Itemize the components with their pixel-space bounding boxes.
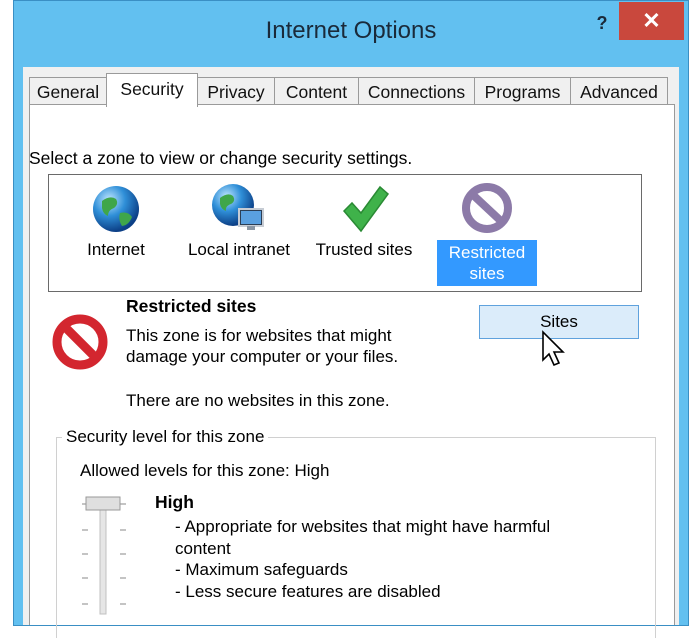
- help-button[interactable]: ?: [584, 13, 620, 39]
- description-line: This zone is for websites that might: [126, 326, 392, 345]
- slider-thumb[interactable]: [85, 496, 121, 511]
- zone-list[interactable]: Internet Local intranet Trusted sites Re…: [48, 174, 642, 292]
- zone-internet[interactable]: Internet: [69, 183, 163, 260]
- zone-caption: Select a zone to view or change security…: [29, 148, 413, 168]
- mouse-cursor-icon: [542, 330, 565, 367]
- zone-label: Internet: [87, 240, 145, 259]
- tab-programs[interactable]: Programs: [474, 77, 571, 105]
- zone-label-line1: Restricted: [448, 243, 526, 262]
- tab-advanced[interactable]: Advanced: [570, 77, 668, 105]
- level-bullet: - Appropriate for websites that might ha…: [175, 517, 551, 536]
- title-bar[interactable]: Internet Options ? ✕: [14, 1, 688, 67]
- globe-icon: [93, 186, 139, 232]
- zone-empty-text: There are no websites in this zone.: [126, 391, 390, 410]
- zone-label: Restricted sites: [437, 240, 537, 286]
- zone-label: Local intranet: [187, 240, 291, 259]
- security-level-description: - Appropriate for websites that might ha…: [155, 516, 585, 602]
- security-level-slider[interactable]: [74, 492, 136, 617]
- description-line: damage your computer or your files.: [126, 347, 399, 366]
- zone-restricted-sites[interactable]: Restricted sites: [437, 181, 537, 286]
- intranet-globe-icon: [212, 184, 264, 230]
- level-bullet: - Maximum safeguards: [175, 560, 348, 579]
- zone-label: Trusted sites: [315, 240, 413, 259]
- zone-trusted-sites[interactable]: Trusted sites: [307, 183, 421, 260]
- selected-zone-description: This zone is for websites that might dam…: [126, 325, 456, 367]
- zone-label-line2: sites: [469, 264, 505, 283]
- close-button[interactable]: ✕: [619, 2, 684, 40]
- zone-local-intranet[interactable]: Local intranet: [177, 181, 301, 260]
- tab-security[interactable]: Security: [106, 73, 198, 107]
- tab-privacy[interactable]: Privacy: [197, 77, 275, 105]
- restricted-icon: [462, 183, 512, 233]
- level-bullet: - Less secure features are disabled: [175, 581, 441, 601]
- tab-content[interactable]: Content: [274, 77, 359, 105]
- security-level-legend: Security level for this zone: [62, 427, 269, 447]
- tab-connections[interactable]: Connections: [358, 77, 475, 105]
- checkmark-icon: [342, 185, 390, 233]
- allowed-levels-text: Allowed levels for this zone: High: [80, 461, 330, 480]
- tab-general[interactable]: General: [29, 77, 107, 105]
- security-level-name: High: [155, 492, 194, 512]
- restricted-zone-icon: [52, 314, 108, 370]
- level-bullet: content: [175, 538, 231, 558]
- selected-zone-title: Restricted sites: [126, 296, 257, 316]
